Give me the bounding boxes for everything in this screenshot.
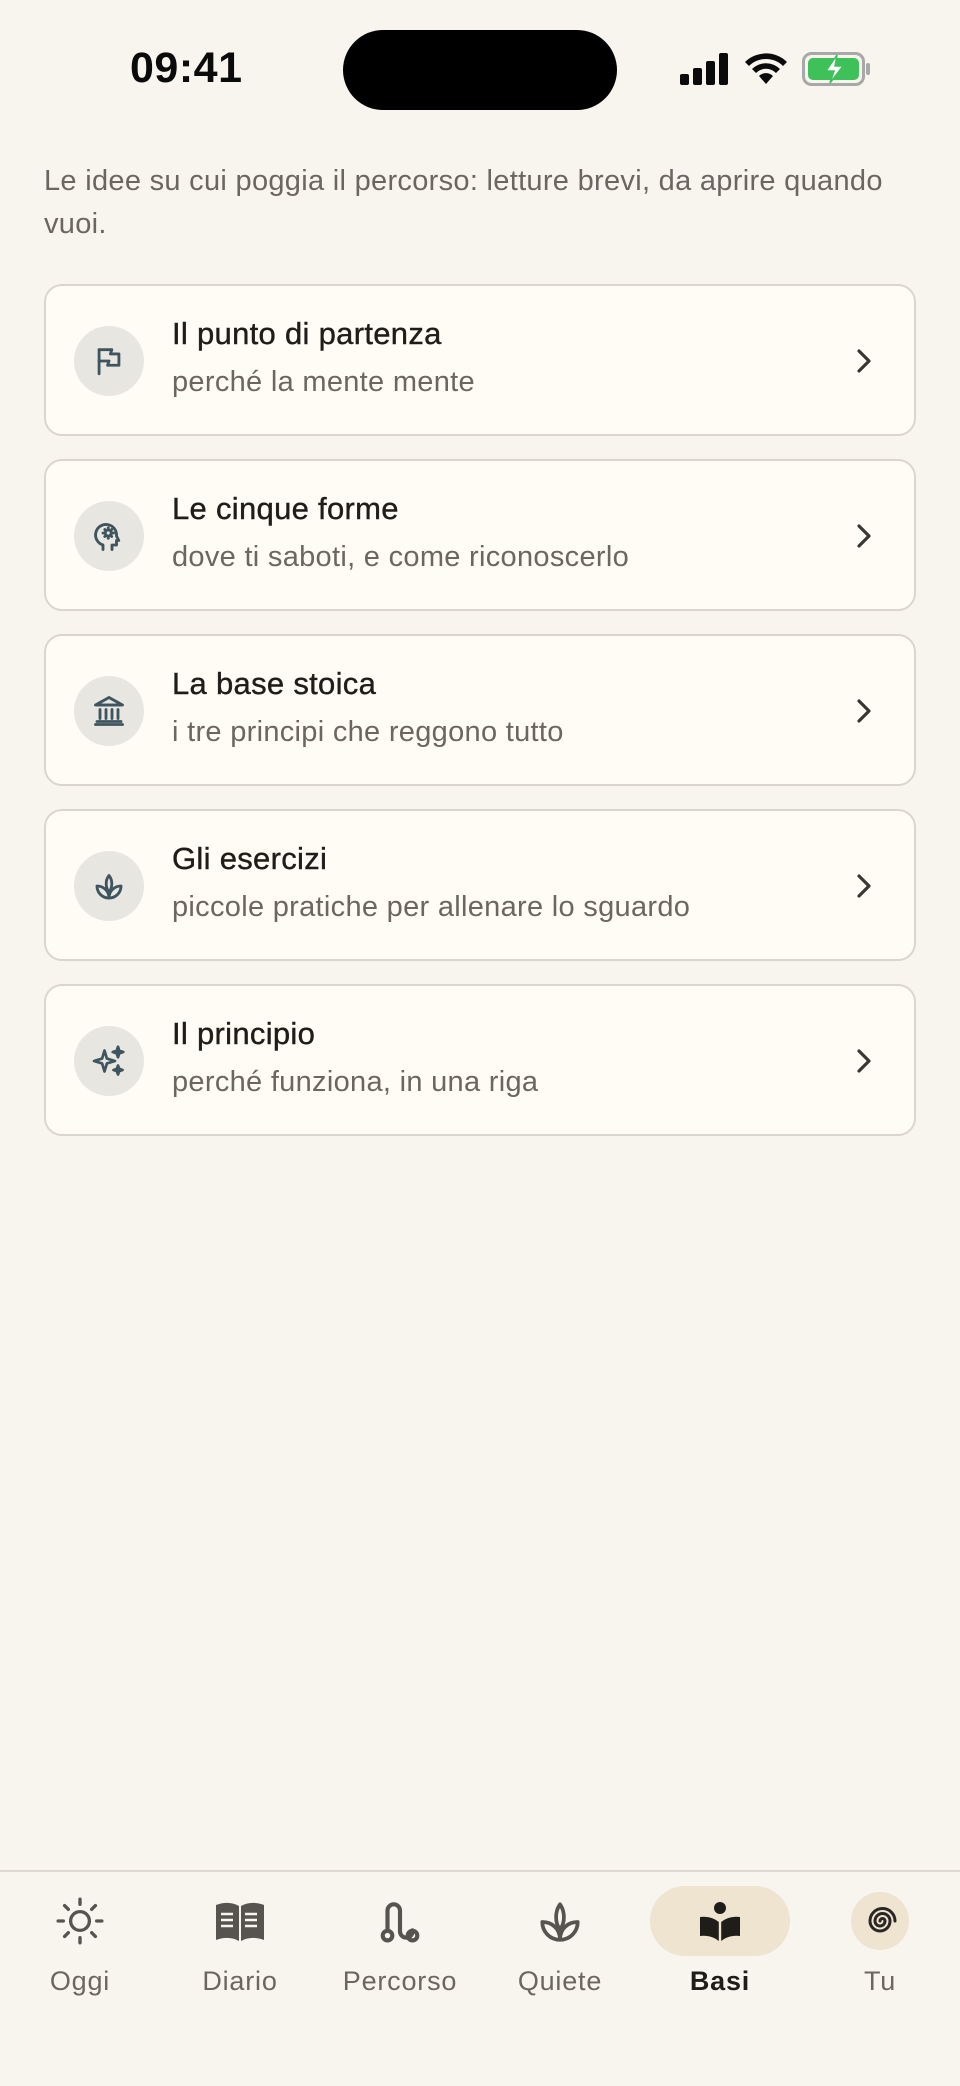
flag-icon [74, 326, 144, 396]
cellular-signal-icon [680, 52, 730, 90]
wifi-icon [744, 52, 788, 91]
chevron-right-icon [857, 524, 871, 548]
card-subtitle: i tre principi che reggono tutto [172, 716, 564, 748]
route-icon [380, 1902, 420, 1943]
topic-card-cinque-forme[interactable]: Le cinque forme dove ti saboti, e come r… [44, 459, 916, 611]
bottom-tab-bar: Oggi Diario Percorso Quiete Basi Tu [0, 1870, 960, 2086]
card-title: Le cinque forme [172, 491, 399, 526]
status-icons [680, 48, 872, 94]
topic-card-principio[interactable]: Il principio perché funziona, in una rig… [44, 984, 916, 1136]
topic-card-punto-di-partenza[interactable]: Il punto di partenza perché la mente men… [44, 284, 916, 436]
card-title: Gli esercizi [172, 841, 328, 876]
card-subtitle: piccole pratiche per allenare lo sguardo [172, 891, 691, 923]
active-tab-pill [650, 1886, 790, 1956]
battery-charging-icon [802, 51, 872, 91]
card-subtitle: dove ti saboti, e come riconoscerlo [172, 541, 629, 573]
sparkles-icon [74, 1026, 144, 1096]
tab-label: Basi [689, 1966, 751, 1996]
status-time: 09:41 [130, 44, 243, 92]
book-reader-icon [700, 1902, 740, 1941]
status-bar: 09:41 [0, 0, 960, 140]
sprout-icon [540, 1902, 580, 1942]
screen: 09:41 Le idee su cui poggia il percorso:… [0, 0, 960, 2086]
chevron-right-icon [857, 699, 871, 723]
intro-text: Le idee su cui poggia il percorso: lettu… [44, 165, 883, 240]
sun-icon [56, 1897, 104, 1945]
tab-basi[interactable]: Basi [640, 1886, 800, 2006]
topic-list: Il punto di partenza perché la mente men… [44, 284, 916, 1159]
tab-diario[interactable]: Diario [160, 1886, 320, 2006]
spiral-icon [868, 1907, 897, 1933]
tab-tu[interactable]: Tu [800, 1886, 960, 2006]
card-subtitle: perché la mente mente [172, 366, 475, 398]
chevron-right-icon [857, 349, 871, 373]
temple-icon [74, 676, 144, 746]
tab-label: Quiete [517, 1966, 603, 1996]
topic-card-base-stoica[interactable]: La base stoica i tre principi che reggon… [44, 634, 916, 786]
sprout-icon [74, 851, 144, 921]
topic-card-esercizi[interactable]: Gli esercizi piccole pratiche per allena… [44, 809, 916, 961]
tab-label: Percorso [342, 1966, 458, 1996]
tab-label: Diario [202, 1966, 278, 1996]
card-title: La base stoica [172, 666, 377, 701]
tab-label: Tu [863, 1966, 897, 1996]
tab-oggi[interactable]: Oggi [0, 1886, 160, 2006]
chevron-right-icon [857, 1049, 871, 1073]
tab-quiete[interactable]: Quiete [480, 1886, 640, 2006]
head-gear-icon [74, 501, 144, 571]
tab-percorso[interactable]: Percorso [320, 1886, 480, 2006]
card-title: Il punto di partenza [172, 316, 442, 351]
book-icon [216, 1902, 264, 1941]
card-subtitle: perché funziona, in una riga [172, 1066, 539, 1098]
chevron-right-icon [857, 874, 871, 898]
dynamic-island [343, 30, 617, 110]
card-title: Il principio [172, 1016, 316, 1051]
tab-label: Oggi [49, 1966, 111, 1996]
